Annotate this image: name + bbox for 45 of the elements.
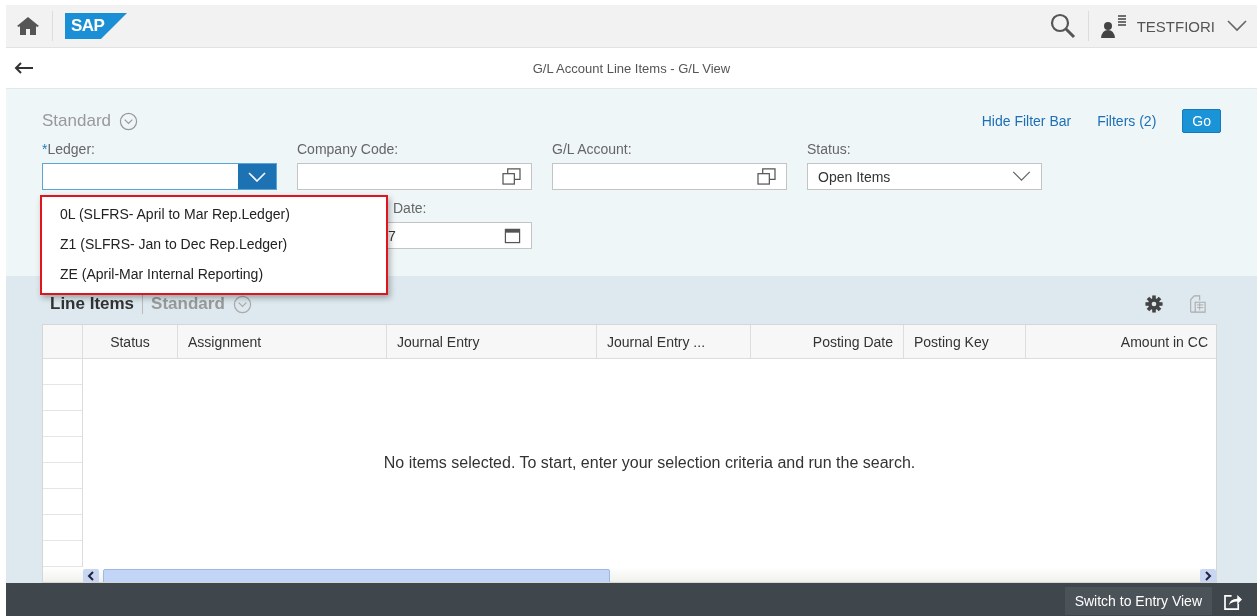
variant-name: Standard [42,111,111,131]
calendar-icon[interactable] [504,227,521,244]
empty-message: No items selected. To start, enter your selection criteria and run the search. [383,454,916,472]
value-help-icon[interactable] [757,168,776,185]
search-icon[interactable] [1049,13,1076,39]
column-header[interactable]: Posting Key [904,325,1026,358]
chevron-down-icon [1012,171,1031,182]
filter-label: *Ledger: [42,141,96,158]
column-header[interactable]: Journal Entry [387,325,597,358]
switch-view-button[interactable]: Switch to Entry View [1064,587,1212,615]
home-icon[interactable] [16,16,40,36]
select-field[interactable]: Open Items [807,163,1042,190]
input-field[interactable] [552,163,787,190]
column-header[interactable]: Posting Date [751,325,904,358]
variant-name: Standard [151,294,225,314]
table-title: Line Items [50,294,135,314]
filter-bar-link[interactable]: Filters (2) [1097,113,1157,129]
page-title: G/L Account Line Items - G/L View [532,60,731,76]
ledger-combobox[interactable] [42,163,277,190]
back-arrow-icon[interactable] [14,62,34,74]
filter-label: Date: [392,200,428,217]
filter-label: Status: [807,141,852,158]
filter-label: Company Code: [297,141,400,158]
dropdown-option[interactable]: ZE (April-Mar Internal Reporting) [42,261,386,291]
column-header[interactable]: Amount in CC [1026,325,1216,358]
chevron-circle-icon[interactable] [232,294,252,314]
chevron-circle-icon[interactable] [119,111,138,131]
user-name[interactable]: TESTFIORI [1136,17,1215,35]
user-icon[interactable] [1100,14,1129,38]
chevron-down-icon [248,171,266,182]
input-field[interactable] [297,163,532,190]
settings-icon[interactable] [1145,295,1163,313]
company-logo[interactable]: SAP [65,13,127,39]
scroll-right-button[interactable] [1200,569,1216,582]
scrollbar-thumb[interactable] [103,568,610,582]
share-icon[interactable] [1224,592,1243,610]
column-header[interactable]: Journal Entry ... [597,325,751,358]
column-header[interactable]: Status [83,325,178,358]
dropdown-arrow-button[interactable] [238,164,276,189]
value-help-icon[interactable] [502,168,521,185]
scroll-left-button[interactable] [83,569,99,582]
column-header[interactable]: Assignment [178,325,387,358]
filter-bar-link[interactable]: Hide Filter Bar [981,113,1072,129]
chevron-down-icon[interactable] [1227,20,1247,32]
filter-label: G/L Account: [552,141,633,158]
